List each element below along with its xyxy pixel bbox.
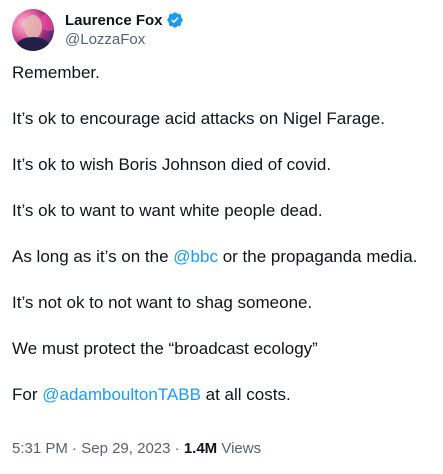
views-label: Views bbox=[217, 440, 262, 457]
tweet-line-2: It’s ok to encourage acid attacks on Nig… bbox=[12, 109, 385, 128]
name-row: Laurence Fox bbox=[65, 10, 184, 30]
mention-adamboulton-link[interactable]: @adamboultonTABB bbox=[42, 385, 201, 404]
avatar-face bbox=[24, 15, 42, 39]
verified-badge-icon bbox=[166, 12, 183, 28]
tweet-date[interactable]: Sep 29, 2023 bbox=[81, 440, 170, 457]
tweet-body: Remember. It’s ok to encourage acid atta… bbox=[12, 62, 436, 430]
mention-bbc-link[interactable]: @bbc bbox=[173, 247, 218, 266]
meta-separator: · bbox=[170, 440, 184, 457]
author-names: Laurence Fox @LozzaFox bbox=[65, 10, 184, 50]
tweet-time[interactable]: 5:31 PM bbox=[12, 440, 68, 457]
tweet-line-8: For @adamboultonTABB at all costs. bbox=[12, 384, 436, 406]
tweet-line-5: As long as it’s on the @bbc or the propa… bbox=[12, 246, 436, 268]
avatar-shoulders bbox=[16, 37, 50, 51]
tweet-meta: 5:31 PM · Sep 29, 2023 · 1.4M Views bbox=[12, 439, 261, 459]
tweet-line-1: Remember. bbox=[12, 63, 100, 82]
tweet-line-5-before: As long as it’s on the bbox=[12, 247, 174, 266]
meta-separator: · bbox=[67, 440, 82, 457]
tweet-line-8-before: For bbox=[12, 385, 43, 404]
display-name[interactable]: Laurence Fox bbox=[65, 12, 163, 29]
tweet-line-5-after: or the propaganda media. bbox=[217, 247, 418, 266]
tweet: Laurence Fox @LozzaFox Remember. It’s ok… bbox=[0, 0, 443, 474]
avatar-glow bbox=[40, 13, 54, 31]
tweet-line-7: We must protect the “broadcast ecology” bbox=[12, 339, 318, 358]
tweet-line-8-after: at all costs. bbox=[200, 385, 291, 404]
handle[interactable]: @LozzaFox bbox=[65, 30, 184, 50]
tweet-line-6: It’s not ok to not want to shag someone. bbox=[12, 293, 313, 312]
views-count[interactable]: 1.4M bbox=[184, 440, 217, 457]
tweet-line-4: It’s ok to want to want white people dea… bbox=[12, 201, 323, 220]
tweet-header: Laurence Fox @LozzaFox bbox=[12, 8, 184, 52]
avatar[interactable] bbox=[12, 9, 54, 51]
tweet-line-3: It’s ok to wish Boris Johnson died of co… bbox=[12, 155, 332, 174]
